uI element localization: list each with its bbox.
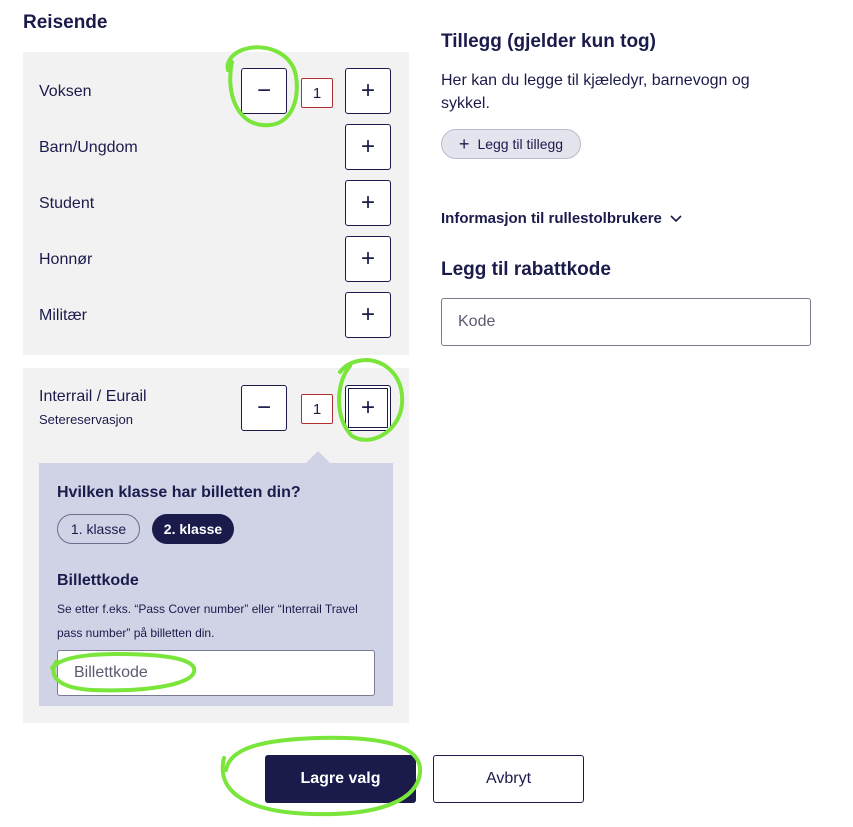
class-chip-first[interactable]: 1. klasse bbox=[57, 514, 140, 544]
ticket-code-input[interactable] bbox=[57, 650, 375, 696]
discount-heading: Legg til rabattkode bbox=[441, 259, 611, 280]
minus-icon: − bbox=[256, 394, 271, 421]
plus-icon: + bbox=[458, 133, 470, 154]
panel-notch bbox=[306, 451, 330, 463]
interrail-plus-button[interactable]: + bbox=[345, 385, 391, 431]
interrail-title: Interrail / Eurail bbox=[39, 388, 147, 405]
plus-icon: + bbox=[360, 77, 375, 104]
save-button[interactable]: Lagre valg bbox=[265, 755, 416, 803]
class-question: Hvilken klasse har billetten din? bbox=[57, 484, 301, 501]
ticket-code-heading: Billettkode bbox=[57, 572, 139, 589]
discount-code-input[interactable] bbox=[441, 298, 811, 346]
voksen-plus-button[interactable]: + bbox=[345, 68, 391, 114]
class-chip-second[interactable]: 2. klasse bbox=[152, 514, 234, 544]
ticket-code-help: Se etter f.eks. “Pass Cover number” elle… bbox=[57, 602, 358, 640]
voksen-minus-button[interactable]: − bbox=[241, 68, 287, 114]
wheelchair-info-label: Informasjon til rullestolbrukere bbox=[441, 210, 662, 227]
addons-description: Her kan du legge til kjæledyr, barnevogn… bbox=[441, 72, 750, 112]
student-plus-button[interactable]: + bbox=[345, 180, 391, 226]
interrail-count: 1 bbox=[301, 394, 333, 424]
chevron-down-icon bbox=[670, 214, 682, 222]
militaer-plus-button[interactable]: + bbox=[345, 292, 391, 338]
plus-icon: + bbox=[360, 301, 375, 328]
voksen-count: 1 bbox=[301, 78, 333, 108]
traveler-label-honnor: Honnør bbox=[39, 251, 93, 268]
addons-heading: Tillegg (gjelder kun tog) bbox=[441, 31, 656, 52]
traveler-label-voksen: Voksen bbox=[39, 83, 92, 100]
barn-ungdom-plus-button[interactable]: + bbox=[345, 124, 391, 170]
traveler-label-barn-ungdom: Barn/Ungdom bbox=[39, 139, 138, 156]
plus-icon: + bbox=[360, 245, 375, 272]
cancel-button[interactable]: Avbryt bbox=[433, 755, 584, 803]
add-addon-label: Legg til tillegg bbox=[477, 136, 564, 152]
wheelchair-info-toggle[interactable]: Informasjon til rullestolbrukere bbox=[441, 210, 682, 227]
interrail-minus-button[interactable]: − bbox=[241, 385, 287, 431]
interrail-subtitle: Setereservasjon bbox=[39, 412, 133, 427]
traveler-label-militaer: Militær bbox=[39, 307, 87, 324]
plus-icon: + bbox=[360, 189, 375, 216]
traveler-label-student: Student bbox=[39, 195, 95, 212]
minus-icon: − bbox=[256, 77, 271, 104]
plus-icon: + bbox=[360, 394, 375, 421]
plus-icon: + bbox=[360, 133, 375, 160]
honnor-plus-button[interactable]: + bbox=[345, 236, 391, 282]
travelers-heading: Reisende bbox=[23, 12, 108, 33]
add-addon-button[interactable]: + Legg til tillegg bbox=[441, 129, 581, 159]
